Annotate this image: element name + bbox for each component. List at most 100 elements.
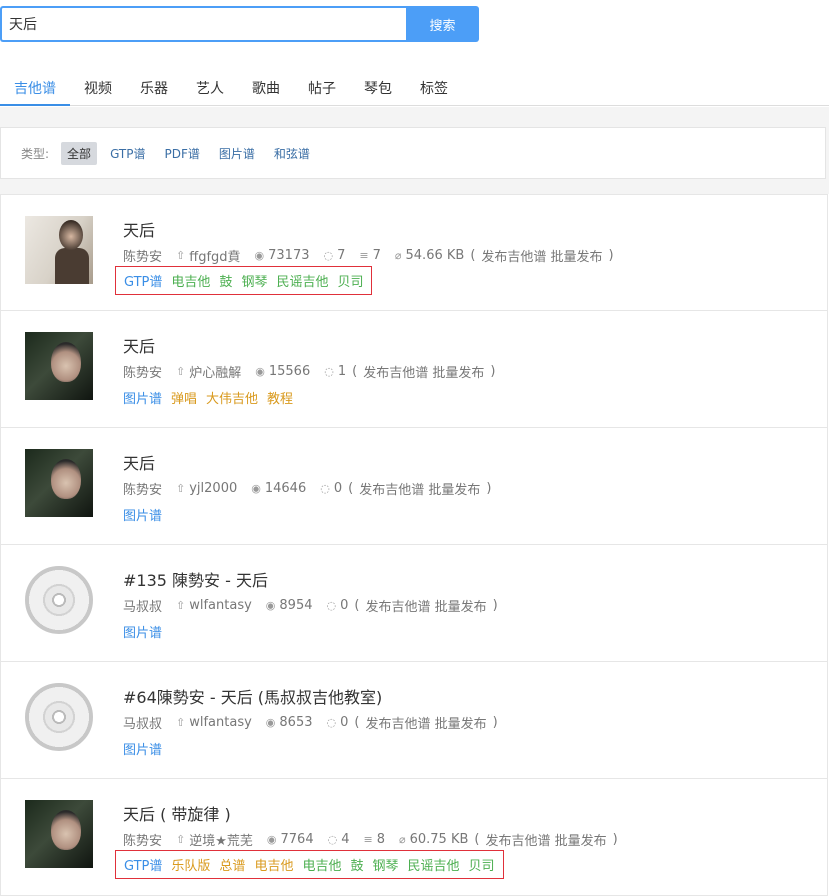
filter-option-2[interactable]: PDF谱 xyxy=(159,142,206,165)
result-meta: 陈势安 ⇧ ffgfgd賁 ◉ 73173 ◌ 7 ≡ 7 ⌀ 54.66 KB(发布吉他谱 批量发… xyxy=(123,246,620,265)
result-title[interactable]: #64陳勢安 - 天后 (馬叔叔吉他教室) xyxy=(123,684,382,708)
tag-link[interactable]: 乐队版 xyxy=(171,855,210,874)
comment-icon: ◌ xyxy=(324,365,334,378)
artist-name[interactable]: 马叔叔 xyxy=(123,713,162,732)
album-cover[interactable] xyxy=(25,683,93,751)
result-meta: 陈势安 ⇧ 逆境★荒芜 ◉ 7764 ◌ 4 ≡ 8 ⌀ 60.75 KB (发布吉他谱 批量发布) xyxy=(123,830,624,849)
tab-4[interactable]: 歌曲 xyxy=(238,72,294,106)
uploader-name[interactable]: wlfantasy xyxy=(189,598,252,613)
comment-count: 0 xyxy=(340,598,349,613)
search-button[interactable]: 搜索 xyxy=(406,6,479,42)
publish-status: 发布吉他谱 批量发布 xyxy=(365,717,487,732)
tab-6[interactable]: 琴包 xyxy=(350,72,406,106)
artist-name[interactable]: 陈势安 xyxy=(123,830,162,849)
result-item: #135 陳勢安 - 天后 马叔叔 ⇧ wlfantasy ◉ 8954 ◌ 0 (发布吉他谱 … xyxy=(0,545,828,662)
album-cover[interactable] xyxy=(25,216,93,284)
result-meta: 马叔叔 ⇧ wlfantasy ◉ 8954 ◌ 0 (发布吉他谱 批量发布) xyxy=(123,596,504,615)
tag-link[interactable]: 钢琴 xyxy=(241,271,267,290)
album-cover[interactable] xyxy=(25,332,93,400)
album-art xyxy=(25,449,93,517)
uploader-name[interactable]: 炉心融解 xyxy=(189,362,241,381)
paren-open: ( xyxy=(470,248,476,263)
tag-link[interactable]: 贝司 xyxy=(337,271,363,290)
tag-link[interactable]: 大伟吉他 xyxy=(206,388,258,407)
artist-name[interactable]: 陈势安 xyxy=(123,362,162,381)
album-art xyxy=(25,332,93,400)
result-title[interactable]: 天后 xyxy=(123,217,155,241)
paren-close: ) xyxy=(492,598,498,613)
album-cover[interactable] xyxy=(25,449,93,517)
tag-link[interactable]: 民谣吉他 xyxy=(276,271,328,290)
search-input[interactable] xyxy=(0,6,406,42)
tag-link[interactable]: 民谣吉他 xyxy=(408,855,460,874)
artist-name[interactable]: 马叔叔 xyxy=(123,596,162,615)
publish-status: 发布吉他谱 批量发布 xyxy=(365,600,487,615)
cd-icon xyxy=(25,566,93,634)
publish-status: 发布吉他谱 批量发布 xyxy=(485,834,607,849)
album-art xyxy=(25,800,93,868)
result-title[interactable]: #135 陳勢安 - 天后 xyxy=(123,567,268,591)
tab-1[interactable]: 视频 xyxy=(70,72,126,106)
tag-link[interactable]: 电吉他 xyxy=(171,271,210,290)
filter-label: 类型: xyxy=(21,146,50,161)
upload-icon: ⇧ xyxy=(176,599,186,612)
album-cover[interactable] xyxy=(25,566,93,634)
tab-2[interactable]: 乐器 xyxy=(126,72,182,106)
eye-icon: ◉ xyxy=(265,599,276,612)
comment-icon: ◌ xyxy=(326,716,337,729)
tag-link[interactable]: 贝司 xyxy=(469,855,495,874)
artist-name[interactable]: 陈势安 xyxy=(123,479,162,498)
uploader-name[interactable]: wlfantasy xyxy=(189,715,252,730)
tracks-icon: ≡ xyxy=(363,833,373,846)
tag-link[interactable]: 图片谱 xyxy=(123,739,162,758)
tag-link[interactable]: 弹唱 xyxy=(171,388,197,407)
tab-3[interactable]: 艺人 xyxy=(182,72,238,106)
tab-0[interactable]: 吉他谱 xyxy=(0,72,70,106)
eye-icon: ◉ xyxy=(254,249,265,262)
uploader-name[interactable]: yjl2000 xyxy=(189,481,237,496)
result-title[interactable]: 天后 ( 带旋律 ) xyxy=(123,801,231,825)
tag-link[interactable]: 教程 xyxy=(267,388,293,407)
upload-icon: ⇧ xyxy=(176,365,186,378)
result-item: #64陳勢安 - 天后 (馬叔叔吉他教室) 马叔叔 ⇧ wlfantasy ◉ 8653 ◌… xyxy=(0,662,828,779)
filter-option-4[interactable]: 和弦谱 xyxy=(268,142,316,165)
tag-link[interactable]: 鼓 xyxy=(350,855,363,874)
publish-status: 发布吉他谱 批量发布 xyxy=(481,250,603,265)
tracks-icon: ≡ xyxy=(359,249,369,262)
comment-count: 1 xyxy=(337,364,347,379)
tab-7[interactable]: 标签 xyxy=(406,72,462,106)
tag-link[interactable]: GTP谱 xyxy=(124,271,162,290)
tag-link[interactable]: 鼓 xyxy=(219,271,232,290)
result-meta: 陈势安 ⇧ yjl2000 ◉ 14646 ◌ 0 (发布吉他谱 批量发布) xyxy=(123,479,497,498)
upload-icon: ⇧ xyxy=(176,482,186,495)
uploader-name[interactable]: ffgfgd賁 xyxy=(189,246,240,265)
comment-icon: ◌ xyxy=(323,249,334,262)
type-filter: 类型: 全部 GTP谱 PDF谱 图片谱 和弦谱 xyxy=(0,127,826,179)
cd-icon xyxy=(25,683,93,751)
result-title[interactable]: 天后 xyxy=(123,333,155,357)
tag-link[interactable]: 钢琴 xyxy=(372,855,398,874)
comment-count: 4 xyxy=(341,832,350,847)
view-count: 7764 xyxy=(280,832,314,847)
tag-link[interactable]: 图片谱 xyxy=(123,622,162,641)
artist-name[interactable]: 陈势安 xyxy=(123,246,162,265)
tag-link[interactable]: 总谱 xyxy=(219,855,245,874)
album-cover[interactable] xyxy=(25,800,93,868)
filter-option-1[interactable]: GTP谱 xyxy=(104,142,151,165)
track-count: 8 xyxy=(376,832,385,847)
tag-list: 图片谱 xyxy=(123,505,162,524)
comment-count: 7 xyxy=(337,248,346,263)
view-count: 8954 xyxy=(279,598,313,613)
uploader-name[interactable]: 逆境★荒芜 xyxy=(189,830,253,849)
tag-link[interactable]: 电吉他 xyxy=(302,855,341,874)
filter-option-0[interactable]: 全部 xyxy=(61,141,98,165)
result-title[interactable]: 天后 xyxy=(123,450,155,474)
filter-option-3[interactable]: 图片谱 xyxy=(213,142,261,165)
tag-link[interactable]: 电吉他 xyxy=(254,855,293,874)
tab-5[interactable]: 帖子 xyxy=(294,72,350,106)
search-bar: 搜索 xyxy=(0,6,479,42)
upload-icon: ⇧ xyxy=(176,716,186,729)
tag-link[interactable]: 图片谱 xyxy=(123,388,162,407)
tag-link[interactable]: GTP谱 xyxy=(124,855,162,874)
tag-link[interactable]: 图片谱 xyxy=(123,505,162,524)
